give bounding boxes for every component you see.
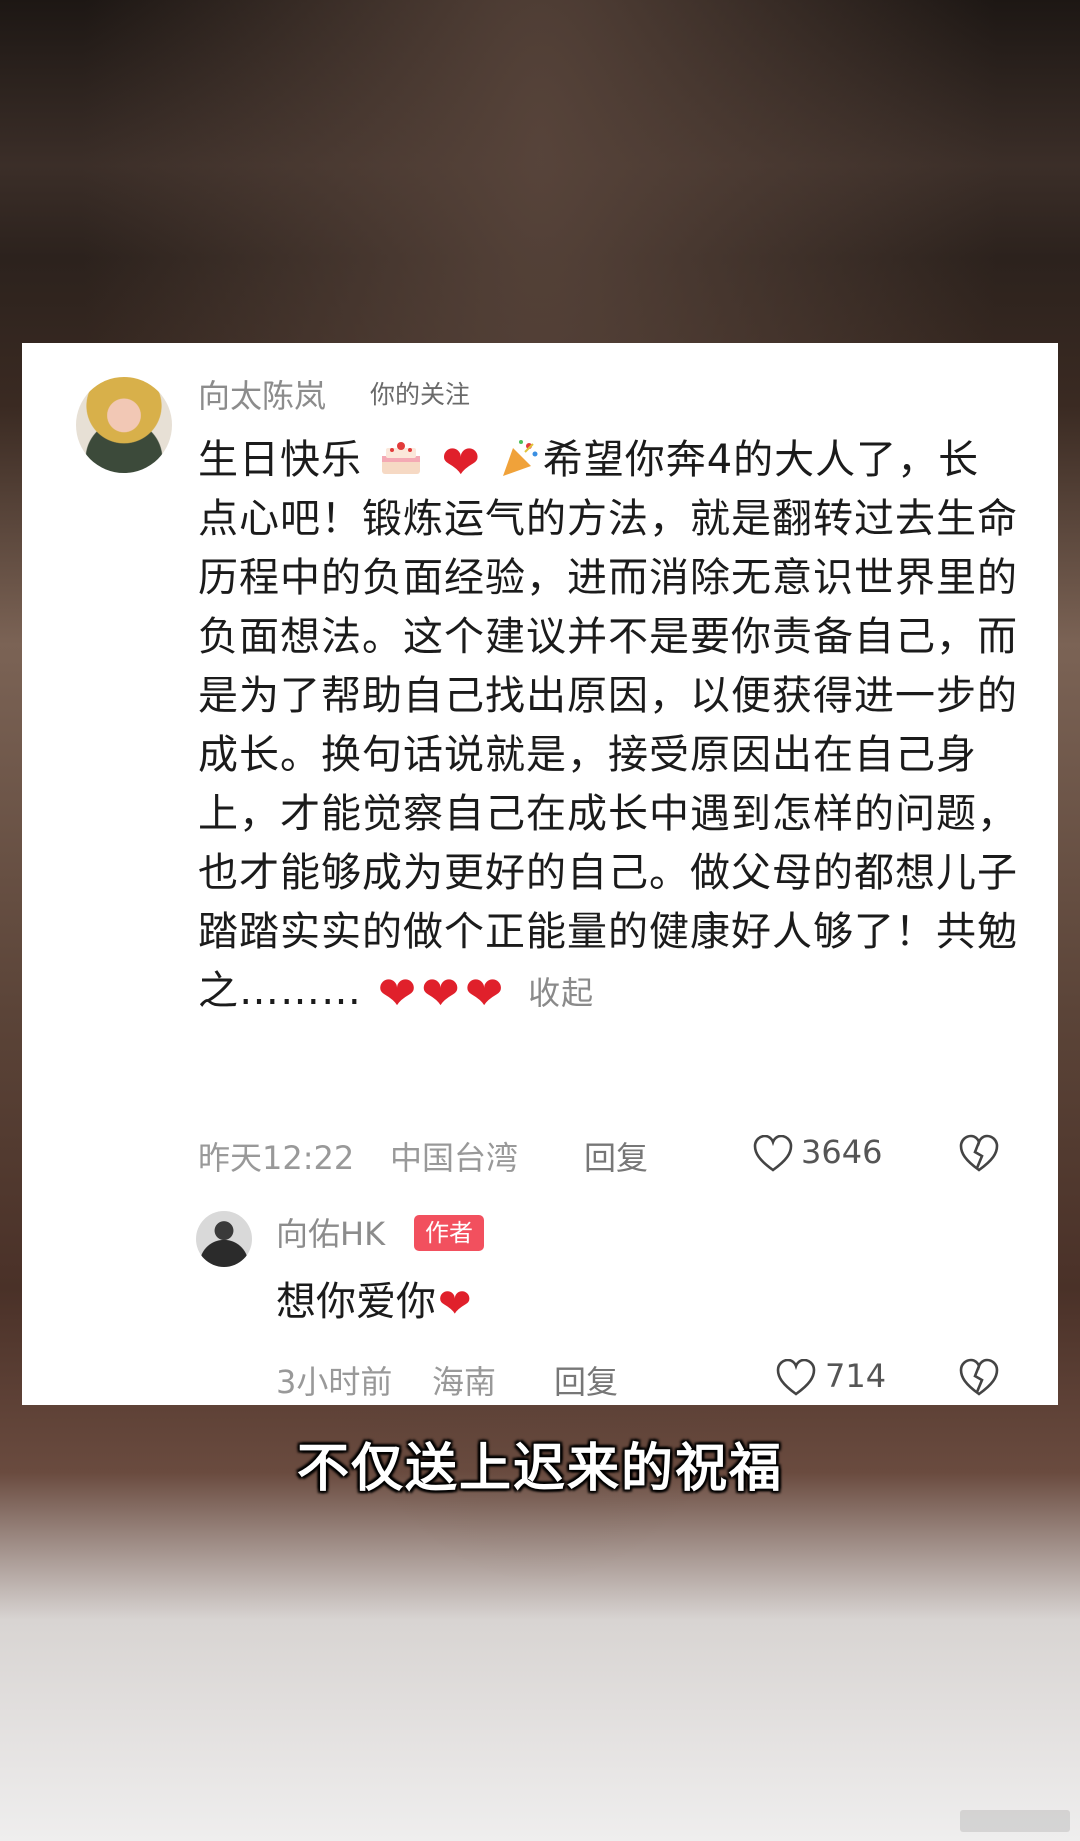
heart-outline-icon[interactable]	[776, 1359, 816, 1397]
author-badge: 作者	[414, 1215, 484, 1251]
comment-like-count: 3646	[801, 1133, 883, 1171]
reply-text: 想你爱你❤	[276, 1273, 474, 1331]
reply-time: 3小时前	[276, 1363, 393, 1401]
reply-text-content: 想你爱你	[276, 1279, 436, 1325]
video-subtitle: 不仅送上迟来的祝福	[296, 1439, 783, 1499]
comment-reply-button[interactable]: 回复	[584, 1133, 648, 1179]
broken-heart-icon[interactable]	[959, 1134, 999, 1174]
reply-reply-button[interactable]: 回复	[554, 1357, 618, 1403]
watermark	[960, 1810, 1070, 1832]
heart-outline-icon[interactable]	[753, 1135, 793, 1173]
heart-emoji-icon: ❤	[438, 1281, 472, 1327]
comment-location: 中国台湾	[390, 1139, 519, 1177]
heart-emoji-icon: ❤	[377, 966, 418, 1020]
replier-avatar[interactable]	[196, 1211, 252, 1267]
reply-like-count: 714	[825, 1357, 887, 1395]
party-popper-emoji-icon	[502, 440, 538, 476]
follow-status-label: 你的关注	[370, 380, 471, 409]
commenter-avatar[interactable]	[76, 377, 172, 473]
commenter-name[interactable]: 向太陈岚	[198, 371, 326, 417]
cake-emoji-icon	[381, 442, 420, 474]
heart-emoji-icon: ❤	[464, 966, 505, 1020]
broken-heart-icon[interactable]	[959, 1358, 999, 1398]
comment-text: 生日快乐 ❤ 希望你奔4的大人了，长点心吧！锻炼运气的方法，就是翻转过去生命历程…	[198, 431, 1018, 1023]
comment-text-part2: 希望你奔4的大人了，长点心吧！锻炼运气的方法，就是翻转过去生命历程中的负面经验，…	[198, 437, 1018, 1014]
comment-card: 向太陈岚 你的关注 生日快乐 ❤ 希望你奔4的大人了，长点心吧！锻炼运气的方法，…	[22, 343, 1058, 1405]
comment-text-part1: 生日快乐	[198, 437, 362, 483]
heart-emoji-icon: ❤	[441, 435, 481, 489]
comment-time: 昨天12:22	[198, 1139, 355, 1177]
heart-emoji-icon: ❤	[421, 966, 461, 1020]
reply-location: 海南	[432, 1363, 497, 1401]
collapse-button[interactable]: 收起	[528, 974, 594, 1012]
replier-name[interactable]: 向佑HK	[276, 1209, 385, 1255]
